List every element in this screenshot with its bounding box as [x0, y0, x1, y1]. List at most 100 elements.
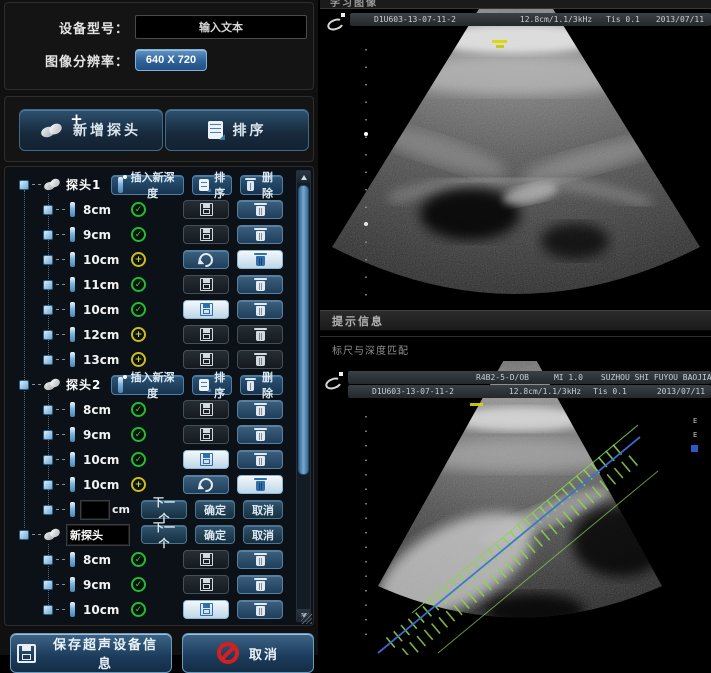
save-button[interactable] — [183, 350, 229, 369]
top-section-strip: 学习图像 — [320, 0, 711, 9]
tree-expander[interactable] — [43, 255, 53, 265]
save-button[interactable] — [183, 300, 229, 319]
delete-button[interactable] — [237, 325, 283, 344]
prohibition-icon — [217, 642, 239, 664]
tree-expander[interactable] — [43, 355, 53, 365]
ultrasound-image-top: D1U603-13-07-11-2 12.8cm/1.1/3kHz Tis 0.… — [320, 9, 711, 310]
tree-expander[interactable] — [19, 180, 29, 190]
image-info-bar: D1U603-13-07-11-2 12.8cm/1.1/3kHz Tis 0.… — [350, 13, 711, 26]
trash-icon — [256, 456, 265, 466]
save-button[interactable] — [183, 550, 229, 569]
image-info-bar-line2: D1U603-13-07-11-2 12.8cm/1.1/3kHz Tis 0.… — [348, 385, 711, 398]
depth-probe-icon — [70, 277, 75, 292]
depth-probe-icon — [70, 577, 75, 592]
focus-marker — [470, 403, 483, 406]
depth-label: 8cm — [83, 553, 131, 567]
tree-connector — [56, 334, 65, 335]
tree-expander[interactable] — [43, 330, 53, 340]
insert-depth-button[interactable]: 插入新深度 — [111, 175, 184, 195]
tree-expander[interactable] — [43, 280, 53, 290]
sort-button[interactable]: 排序 — [165, 109, 309, 151]
tree-expander[interactable] — [43, 205, 53, 215]
delete-button[interactable] — [237, 450, 283, 469]
tree-connector — [32, 384, 41, 385]
save-button[interactable] — [183, 575, 229, 594]
device-form-box: 设备型号： 图像分辨率： 640 X 720 — [4, 2, 314, 90]
save-button[interactable] — [183, 200, 229, 219]
delete-button[interactable] — [237, 550, 283, 569]
delete-button[interactable] — [237, 275, 283, 294]
resize-grip[interactable] — [301, 613, 312, 624]
probe-name-input[interactable] — [67, 525, 129, 545]
tree-expander[interactable] — [43, 580, 53, 590]
next-button[interactable]: 下一个 — [141, 525, 187, 544]
device-model-input[interactable] — [135, 15, 307, 39]
depth-label: 10cm — [83, 603, 131, 617]
save-button[interactable] — [183, 425, 229, 444]
scroll-up-button[interactable] — [297, 171, 310, 183]
depth-label: 10cm — [83, 478, 131, 492]
tree-scrollbar[interactable] — [296, 170, 311, 622]
new-depth-input[interactable] — [81, 501, 109, 519]
delete-button[interactable] — [237, 425, 283, 444]
next-button[interactable]: 下一个 — [141, 500, 187, 519]
tree-expander[interactable] — [43, 430, 53, 440]
tree-expander[interactable] — [19, 530, 29, 540]
save-button[interactable] — [183, 600, 229, 619]
ultrasound-scan-bottom: E E — [320, 361, 711, 655]
save-device-button[interactable]: 保存超声设备信息 — [10, 633, 172, 673]
delete-probe-button[interactable]: 删除 — [240, 175, 283, 195]
delete-label: 删除 — [259, 369, 276, 401]
tree-expander[interactable] — [43, 305, 53, 315]
tree-expander[interactable] — [43, 405, 53, 415]
tree-expander[interactable] — [43, 505, 53, 515]
delete-button[interactable] — [237, 250, 283, 269]
confirm-button[interactable]: 确定 — [195, 500, 235, 519]
delete-button[interactable] — [237, 350, 283, 369]
status-icon: ✓ — [131, 577, 146, 592]
tree-expander[interactable] — [43, 605, 53, 615]
save-button[interactable] — [183, 225, 229, 244]
unit-label: cm — [112, 503, 130, 516]
probe-section-new: 下一个 确定 取消 8cm ✓ 9cm ✓ 10cm ✓ — [7, 522, 295, 622]
tree-expander[interactable] — [43, 455, 53, 465]
refresh-button[interactable] — [183, 475, 229, 494]
status-icon: + — [131, 352, 146, 367]
delete-button[interactable] — [237, 475, 283, 494]
save-button[interactable] — [183, 400, 229, 419]
settings-panel: 设备型号： 图像分辨率： 640 X 720 + 新增探头 排序 — [0, 0, 318, 655]
delete-probe-button[interactable]: 删除 — [240, 375, 283, 395]
tree-expander[interactable] — [43, 230, 53, 240]
tree-expander[interactable] — [19, 380, 29, 390]
resolution-button[interactable]: 640 X 720 — [135, 49, 207, 71]
save-button[interactable] — [183, 325, 229, 344]
cancel-button[interactable]: 取消 — [243, 525, 283, 544]
scrollbar-thumb[interactable] — [298, 185, 309, 475]
delete-button[interactable] — [237, 300, 283, 319]
tree-expander[interactable] — [43, 480, 53, 490]
match-section-label: 标尺与深度匹配 — [332, 342, 409, 357]
sort-depths-button[interactable]: 排序 — [192, 375, 232, 395]
vendor-logo — [324, 371, 344, 387]
delete-button[interactable] — [237, 200, 283, 219]
delete-button[interactable] — [237, 575, 283, 594]
cancel-button[interactable]: 取消 — [243, 500, 283, 519]
sort-depths-button[interactable]: 排序 — [192, 175, 232, 195]
tree-connector — [56, 609, 65, 610]
sort-label: 排序 — [233, 120, 267, 140]
delete-button[interactable] — [237, 600, 283, 619]
delete-button[interactable] — [237, 225, 283, 244]
depth-probe-icon — [70, 227, 75, 242]
refresh-button[interactable] — [183, 250, 229, 269]
mi-value: MI 1.0 — [554, 373, 583, 382]
save-button[interactable] — [183, 450, 229, 469]
insert-depth-icon — [118, 177, 123, 193]
tree-expander[interactable] — [43, 555, 53, 565]
add-probe-button[interactable]: + 新增探头 — [19, 109, 163, 151]
save-button[interactable] — [183, 275, 229, 294]
delete-button[interactable] — [237, 400, 283, 419]
cancel-all-button[interactable]: 取消 — [182, 633, 314, 673]
trash-icon — [256, 356, 265, 366]
insert-depth-button[interactable]: 插入新深度 — [111, 375, 184, 395]
confirm-button[interactable]: 确定 — [195, 525, 235, 544]
